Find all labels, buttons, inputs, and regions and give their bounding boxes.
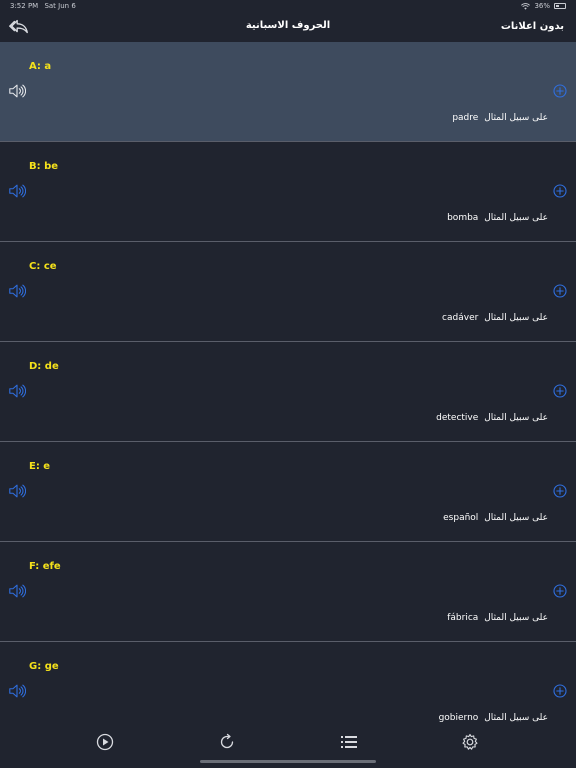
example-text: bomba على سبيل المثال (447, 213, 548, 223)
status-bar: 3:52 PM Sat Jun 6 36% (0, 0, 576, 12)
example-text: detective على سبيل المثال (436, 413, 548, 423)
speaker-icon[interactable] (8, 182, 26, 200)
example-word: cadáver (442, 313, 479, 323)
example-prefix: على سبيل المثال (484, 713, 548, 723)
example-prefix: على سبيل المثال (484, 313, 548, 323)
example-word: bomba (447, 213, 479, 223)
app-screen: 3:52 PM Sat Jun 6 36% الحروف الاسبانية ب… (0, 0, 576, 768)
list-icon[interactable] (339, 732, 359, 752)
example-word: padre (452, 113, 479, 123)
speaker-icon[interactable] (8, 282, 26, 300)
play-icon[interactable] (95, 732, 115, 752)
speaker-icon[interactable] (8, 682, 26, 700)
letter-label: A: a (29, 61, 52, 72)
letter-label: B: be (29, 161, 59, 172)
letter-label: D: de (29, 361, 59, 372)
example-prefix: على سبيل المثال (484, 613, 548, 623)
list-item[interactable]: G: ge gobierno على سبيل المثال (0, 642, 576, 728)
add-circle-icon[interactable] (553, 484, 567, 498)
wifi-icon (521, 2, 531, 10)
status-date-value: Sat Jun 6 (44, 2, 76, 10)
letters-list: A: a padre على سبيل المثال B: be bomba ع… (0, 42, 576, 728)
example-word: gobierno (438, 713, 479, 723)
example-prefix: على سبيل المثال (484, 113, 548, 123)
letter-label: C: ce (29, 261, 57, 272)
example-text: padre على سبيل المثال (452, 113, 548, 123)
add-circle-icon[interactable] (553, 284, 567, 298)
home-indicator (200, 760, 376, 763)
status-time: 3:52 PM Sat Jun 6 (10, 2, 76, 10)
example-prefix: على سبيل المثال (484, 213, 548, 223)
list-item[interactable]: C: ce cadáver على سبيل المثال (0, 242, 576, 342)
letter-label: G: ge (29, 661, 59, 672)
settings-gear-icon[interactable] (460, 732, 480, 752)
example-prefix: على سبيل المثال (484, 513, 548, 523)
example-prefix: على سبيل المثال (484, 413, 548, 423)
list-item[interactable]: F: efe fábrica على سبيل المثال (0, 542, 576, 642)
speaker-icon[interactable] (8, 482, 26, 500)
speaker-icon[interactable] (8, 382, 26, 400)
letter-label: F: efe (29, 561, 61, 572)
add-circle-icon[interactable] (553, 84, 567, 98)
speaker-icon[interactable] (8, 82, 26, 100)
add-circle-icon[interactable] (553, 184, 567, 198)
list-item[interactable]: E: e español على سبيل المثال (0, 442, 576, 542)
example-text: fábrica على سبيل المثال (447, 613, 548, 623)
list-item[interactable]: A: a padre على سبيل المثال (0, 42, 576, 142)
example-text: cadáver على سبيل المثال (442, 313, 548, 323)
remove-ads-button[interactable]: بدون اعلانات (501, 21, 564, 32)
battery-icon (554, 3, 566, 9)
add-circle-icon[interactable] (553, 584, 567, 598)
list-item[interactable]: B: be bomba على سبيل المثال (0, 142, 576, 242)
list-item[interactable]: D: de detective على سبيل المثال (0, 342, 576, 442)
add-circle-icon[interactable] (553, 384, 567, 398)
replay-icon[interactable] (217, 732, 237, 752)
example-text: español على سبيل المثال (443, 513, 548, 523)
speaker-icon[interactable] (8, 582, 26, 600)
example-text: gobierno على سبيل المثال (439, 713, 548, 723)
add-circle-icon[interactable] (553, 684, 567, 698)
example-word: detective (436, 413, 479, 423)
status-right: 36% (521, 2, 566, 10)
page-title: الحروف الاسبانية (245, 20, 331, 31)
nav-bar: الحروف الاسبانية بدون اعلانات (0, 12, 576, 42)
battery-percent: 36% (534, 2, 550, 10)
letter-label: E: e (29, 461, 51, 472)
status-time-value: 3:52 PM (10, 2, 39, 10)
example-word: español (443, 513, 479, 523)
example-word: fábrica (447, 613, 479, 623)
